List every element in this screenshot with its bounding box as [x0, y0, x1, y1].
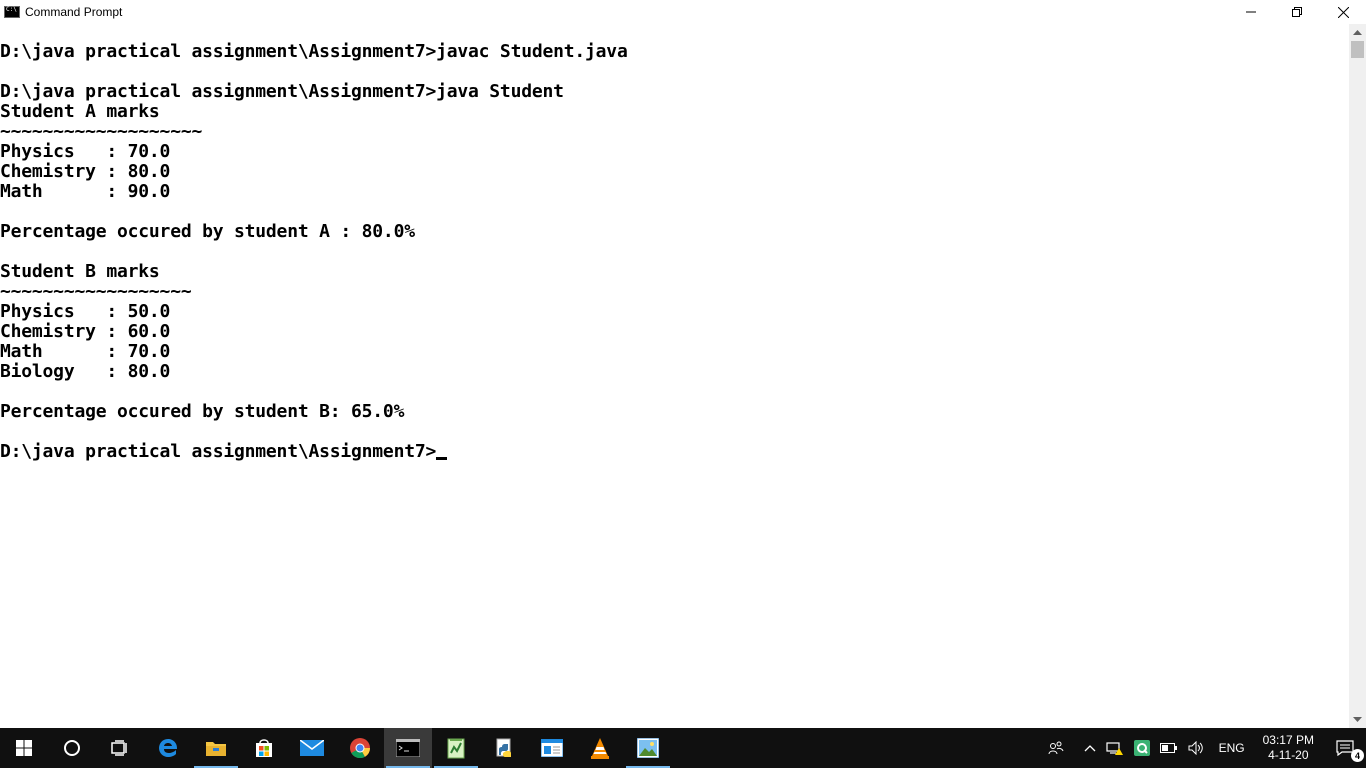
window-controls [1228, 0, 1366, 24]
taskbar-app-notepad-plus[interactable] [432, 728, 480, 768]
store-icon [256, 739, 272, 757]
prompt-text: D:\java practical assignment\Assignment7… [0, 441, 437, 462]
people-button[interactable] [1043, 728, 1069, 768]
chrome-icon [350, 738, 371, 759]
file-explorer-icon [206, 742, 226, 756]
network-button[interactable] [1101, 728, 1129, 768]
console-line: Physics : 70.0 [0, 141, 171, 162]
minimize-button[interactable] [1228, 0, 1274, 24]
show-hidden-icons-button[interactable] [1079, 728, 1101, 768]
volume-icon [1188, 741, 1203, 755]
close-button[interactable] [1320, 0, 1366, 24]
console-line: Math : 90.0 [0, 181, 171, 202]
photos-icon [637, 738, 659, 758]
prompt-line[interactable]: D:\java practical assignment\Assignment7… [0, 442, 1349, 462]
app-window-icon [541, 739, 563, 757]
action-center-button[interactable]: 4 [1324, 728, 1366, 768]
volume-button[interactable] [1183, 728, 1211, 768]
text-cursor [436, 457, 448, 460]
close-icon [1337, 6, 1349, 18]
vlc-icon [591, 738, 609, 759]
command-prompt-icon [396, 739, 420, 757]
restore-button[interactable] [1274, 0, 1320, 24]
console-line: Student B marks [0, 261, 160, 282]
cortana-search-icon [64, 740, 80, 756]
network-warning-icon [1106, 742, 1123, 755]
notepad-plus-icon [447, 738, 465, 759]
restore-icon [1292, 7, 1302, 17]
window-title: Command Prompt [25, 5, 123, 19]
console-line: Chemistry : 60.0 [0, 321, 171, 342]
console-line: D:\java practical assignment\Assignment7… [0, 81, 564, 102]
input-language-button[interactable]: ENG [1211, 741, 1253, 755]
title-bar[interactable]: Command Prompt [0, 0, 1366, 24]
console-line: Math : 70.0 [0, 341, 171, 362]
mail-icon [300, 740, 324, 756]
console-line: Physics : 50.0 [0, 301, 171, 322]
taskbar-app-edge[interactable] [144, 728, 192, 768]
chevron-up-icon [1084, 745, 1096, 752]
task-view-icon [111, 740, 127, 756]
command-prompt-app-icon[interactable] [4, 6, 20, 18]
taskbar-app-vlc[interactable] [576, 728, 624, 768]
start-button[interactable] [0, 728, 48, 768]
system-tray: ENG 03:17 PM 4-11-20 4 [1043, 728, 1366, 768]
minimize-icon [1246, 11, 1256, 13]
clock-button[interactable]: 03:17 PM 4-11-20 [1253, 733, 1324, 763]
taskbar-app-photos[interactable] [624, 728, 672, 768]
console-line: ~~~~~~~~~~~~~~~~~~~ [0, 121, 203, 142]
windows-logo-icon [16, 740, 32, 756]
taskbar-app-chrome[interactable] [336, 728, 384, 768]
scroll-thumb[interactable] [1351, 41, 1364, 58]
clock-date: 4-11-20 [1268, 748, 1309, 762]
console-line: ~~~~~~~~~~~~~~~~~~ [0, 281, 192, 302]
taskbar-app-mail[interactable] [288, 728, 336, 768]
taskbar-app-file-explorer[interactable] [192, 728, 240, 768]
console-line: Student A marks [0, 101, 160, 122]
battery-button[interactable] [1155, 728, 1183, 768]
console-line: D:\java practical assignment\Assignment7… [0, 42, 628, 62]
console-line: Biology : 80.0 [0, 361, 171, 382]
edge-browser-icon [159, 739, 178, 757]
cortana-search-button[interactable] [48, 728, 96, 768]
clock-time: 03:17 PM [1262, 733, 1314, 747]
taskbar-app-window[interactable] [528, 728, 576, 768]
task-view-button[interactable] [96, 728, 144, 768]
scroll-up-button[interactable] [1349, 24, 1366, 41]
qbittorrent-tray-button[interactable] [1129, 728, 1155, 768]
vertical-scrollbar[interactable] [1349, 24, 1366, 728]
qbittorrent-icon [1133, 740, 1150, 756]
console-line: Chemistry : 80.0 [0, 161, 171, 182]
taskbar: ENG 03:17 PM 4-11-20 4 [0, 728, 1366, 768]
scroll-down-button[interactable] [1349, 711, 1366, 728]
taskbar-app-command-prompt[interactable] [384, 728, 432, 768]
people-icon [1048, 741, 1064, 755]
console-line: Percentage occured by student B: 65.0% [0, 401, 405, 422]
scroll-up-icon [1353, 30, 1362, 35]
battery-icon [1159, 743, 1177, 753]
scroll-down-icon [1353, 717, 1362, 722]
taskbar-app-python[interactable] [480, 728, 528, 768]
python-icon [496, 738, 511, 757]
console-output[interactable]: D:\java practical assignment\Assignment7… [0, 42, 1349, 728]
console-line: Percentage occured by student A : 80.0% [0, 221, 415, 242]
taskbar-app-store[interactable] [240, 728, 288, 768]
notification-count-badge: 4 [1351, 749, 1364, 762]
